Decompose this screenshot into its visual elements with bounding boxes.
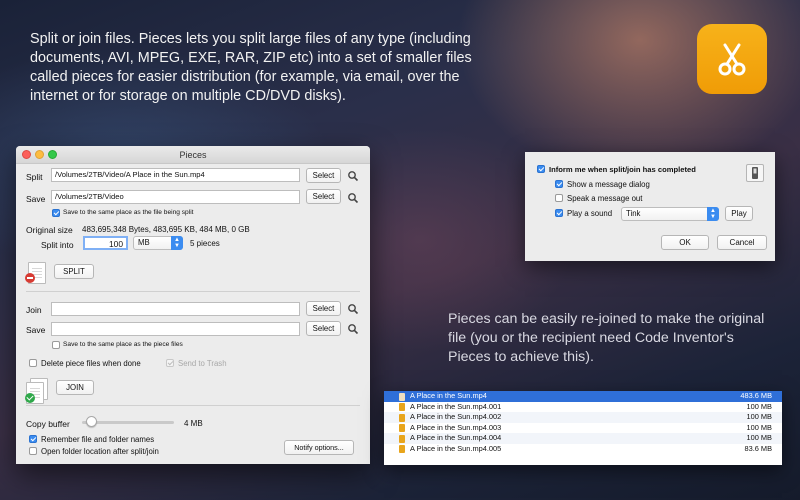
- split-save-search-icon[interactable]: [347, 192, 359, 204]
- file-name: A Place in the Sun.mp4: [410, 391, 487, 400]
- copy-buffer-label: Copy buffer: [26, 419, 70, 429]
- join-same-place-label: Save to the same place as the piece file…: [63, 341, 183, 348]
- show-dialog-label: Show a message dialog: [567, 180, 650, 189]
- file-icon: [399, 434, 405, 443]
- split-label: Split: [26, 172, 43, 182]
- send-to-trash-label: Send to Trash: [178, 359, 227, 368]
- file-list-row[interactable]: A Place in the Sun.mp4.005 83.6 MB: [384, 444, 782, 455]
- open-folder-checkbox[interactable]: [29, 447, 37, 455]
- pieces-count: 5 pieces: [190, 239, 220, 248]
- play-button[interactable]: Play: [725, 206, 753, 221]
- file-list-row[interactable]: A Place in the Sun.mp4 483.6 MB: [384, 391, 782, 402]
- open-folder-label: Open folder location after split/join: [41, 447, 159, 456]
- speak-message-label: Speak a message out: [567, 194, 643, 203]
- file-list: A Place in the Sun.mp4 483.6 MB A Place in…: [384, 391, 782, 465]
- pieces-window: Pieces Split /Volumes/2TB/Video/A Place …: [16, 146, 370, 464]
- split-save-select-button[interactable]: Select: [306, 189, 341, 204]
- inform-completed-label: Inform me when split/join has completed: [549, 165, 696, 174]
- sound-select[interactable]: Tink ▲ ▼: [621, 207, 719, 221]
- split-save-field[interactable]: /Volumes/2TB/Video: [51, 190, 300, 204]
- file-name: A Place in the Sun.mp4.001: [410, 401, 502, 411]
- original-size-label: Original size: [26, 225, 73, 235]
- file-size: 100 MB: [746, 422, 772, 432]
- remember-names-label: Remember file and folder names: [41, 435, 155, 444]
- original-size-value: 483,695,348 Bytes, 483,695 KB, 484 MB, 0…: [82, 225, 250, 234]
- promo-rejoin-text: Pieces can be easily re-joined to make t…: [448, 311, 765, 365]
- split-into-label: Split into: [41, 240, 74, 250]
- split-file-field[interactable]: /Volumes/2TB/Video/A Place in the Sun.mp…: [51, 168, 300, 182]
- send-to-trash-checkbox[interactable]: [166, 359, 174, 367]
- play-sound-label: Play a sound: [567, 209, 613, 218]
- file-name: A Place in the Sun.mp4.004: [410, 433, 502, 443]
- file-icon: [399, 403, 405, 412]
- copy-buffer-value: 4 MB: [184, 419, 203, 428]
- split-button[interactable]: SPLIT: [54, 264, 94, 279]
- join-same-place-checkbox[interactable]: [52, 341, 60, 349]
- section-divider-bottom: [26, 405, 360, 406]
- split-into-input[interactable]: 100: [83, 236, 128, 250]
- app-icon: [697, 24, 767, 94]
- join-label: Join: [26, 305, 42, 315]
- file-icon: [399, 413, 405, 422]
- split-save-label: Save: [26, 194, 46, 204]
- delete-pieces-checkbox[interactable]: [29, 359, 37, 367]
- file-size: 483.6 MB: [740, 391, 772, 400]
- file-list-row[interactable]: A Place in the Sun.mp4.004 100 MB: [384, 433, 782, 444]
- file-name: A Place in the Sun.mp4.002: [410, 412, 502, 422]
- split-unit-value: MB: [138, 238, 150, 247]
- file-size: 100 MB: [746, 433, 772, 443]
- delete-pieces-label: Delete piece files when done: [41, 359, 141, 368]
- split-same-place-label: Save to the same place as the file being…: [63, 209, 194, 216]
- notify-options-panel: Inform me when split/join has completed …: [525, 152, 775, 261]
- promo-description: Split or join files. Pieces lets you spl…: [30, 31, 472, 104]
- split-select-button[interactable]: Select: [306, 168, 341, 183]
- section-divider: [26, 291, 360, 292]
- window-title: Pieces: [179, 150, 207, 160]
- cancel-button[interactable]: Cancel: [717, 235, 767, 250]
- chevron-updown-icon: ▲ ▼: [171, 236, 183, 250]
- inform-completed-checkbox[interactable]: [537, 165, 545, 173]
- file-icon: [399, 392, 405, 401]
- join-button[interactable]: JOIN: [56, 380, 94, 395]
- sound-select-value: Tink: [626, 209, 641, 218]
- file-size: 100 MB: [746, 401, 772, 411]
- notify-options-button[interactable]: Notify options...: [284, 440, 354, 455]
- split-badge-icon: [25, 273, 35, 283]
- file-name: A Place in the Sun.mp4.003: [410, 422, 502, 432]
- join-search-icon[interactable]: [347, 303, 359, 315]
- file-list-row[interactable]: A Place in the Sun.mp4.003 100 MB: [384, 423, 782, 434]
- join-save-select-button[interactable]: Select: [306, 321, 341, 336]
- title-bar: Pieces: [16, 146, 370, 164]
- join-select-button[interactable]: Select: [306, 301, 341, 316]
- copy-buffer-slider[interactable]: [86, 416, 98, 427]
- chevron-updown-icon: ▲ ▼: [707, 207, 719, 221]
- scissors-icon: [718, 43, 746, 76]
- join-save-field[interactable]: [51, 322, 300, 336]
- join-badge-icon: [25, 393, 35, 403]
- file-list-row[interactable]: A Place in the Sun.mp4.001 100 MB: [384, 402, 782, 413]
- ok-button[interactable]: OK: [661, 235, 709, 250]
- join-save-search-icon[interactable]: [347, 323, 359, 335]
- switch-icon-button[interactable]: [746, 164, 764, 182]
- speak-message-checkbox[interactable]: [555, 194, 563, 202]
- join-file-field[interactable]: [51, 302, 300, 316]
- file-size: 100 MB: [746, 412, 772, 422]
- file-name: A Place in the Sun.mp4.005: [410, 443, 502, 453]
- file-icon: [399, 445, 405, 454]
- play-sound-checkbox[interactable]: [555, 209, 563, 217]
- split-unit-select[interactable]: MB ▲ ▼: [133, 236, 183, 250]
- split-same-place-checkbox[interactable]: [52, 209, 60, 217]
- join-save-label: Save: [26, 325, 46, 335]
- remember-names-checkbox[interactable]: [29, 435, 37, 443]
- file-icon: [399, 424, 405, 433]
- switch-icon: [752, 167, 758, 179]
- file-size: 83.6 MB: [744, 443, 772, 453]
- file-list-row[interactable]: A Place in the Sun.mp4.002 100 MB: [384, 412, 782, 423]
- show-dialog-checkbox[interactable]: [555, 180, 563, 188]
- split-search-icon[interactable]: [347, 170, 359, 182]
